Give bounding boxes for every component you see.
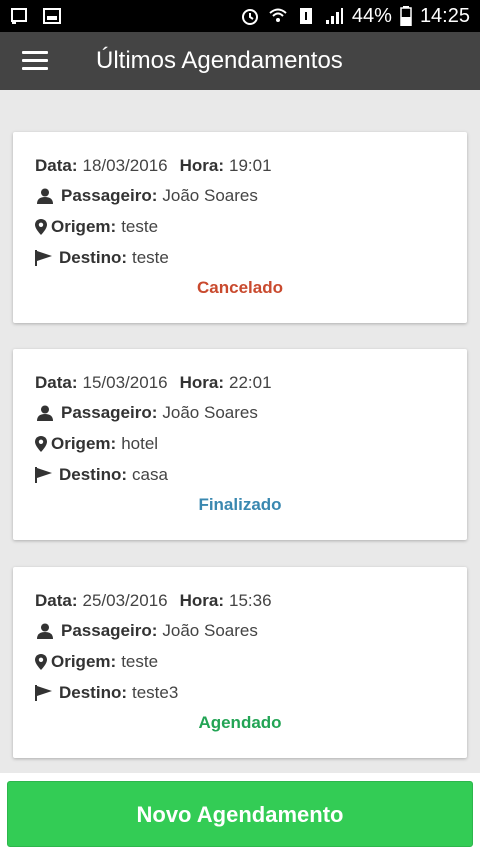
status-badge: Agendado — [198, 713, 282, 732]
person-icon — [37, 188, 53, 204]
booking-date: 25/03/2016 — [82, 591, 168, 610]
battery-percent: 44% — [351, 5, 392, 27]
app-bar: Últimos Agendamentos — [0, 32, 480, 90]
battery-icon — [400, 6, 412, 26]
menu-button[interactable] — [14, 46, 54, 76]
new-booking-button[interactable]: Novo Agendamento — [7, 781, 473, 847]
signal-icon — [325, 8, 343, 24]
hamburger-icon — [22, 51, 48, 54]
passenger-name: João Soares — [162, 621, 258, 640]
destination-value: casa — [132, 465, 168, 484]
clock: 14:25 — [419, 5, 470, 27]
booking-card[interactable]: Data: 25/03/2016 Hora: 15:36 Passageiro: Jo… — [13, 567, 467, 758]
flag-icon — [35, 250, 52, 266]
map-pin-icon — [35, 654, 47, 670]
status-badge: Cancelado — [197, 278, 283, 297]
date-time-line: Data: 25/03/2016 Hora: 15:36 — [35, 591, 272, 610]
sim-icon — [299, 8, 312, 24]
origin-line: Origem: hotel — [35, 434, 158, 454]
booking-card[interactable]: Data: 18/03/2016 Hora: 19:01 Passageiro: Jo… — [13, 132, 467, 323]
person-icon — [37, 623, 53, 639]
booking-date: 18/03/2016 — [82, 156, 168, 175]
origin-value: teste — [121, 217, 159, 236]
origin-line: Origem: teste — [35, 217, 158, 237]
flag-icon — [35, 467, 52, 483]
passenger-line: Passageiro: João Soares — [35, 403, 258, 423]
destination-value: teste — [132, 248, 169, 267]
destination-value: teste3 — [132, 683, 179, 702]
destination-line: Destino: teste — [35, 248, 169, 268]
passenger-line: Passageiro: João Soares — [35, 621, 258, 641]
destination-line: Destino: teste3 — [35, 683, 178, 703]
screen-cast-icon — [11, 8, 27, 24]
passenger-line: Passageiro: João Soares — [35, 186, 258, 206]
flag-icon — [35, 685, 52, 701]
booking-card[interactable]: Data: 15/03/2016 Hora: 22:01 Passageiro: Jo… — [13, 349, 467, 540]
booking-time: 22:01 — [229, 373, 272, 392]
booking-time: 19:01 — [229, 156, 272, 175]
passenger-name: João Soares — [162, 186, 258, 205]
date-time-line: Data: 15/03/2016 Hora: 22:01 — [35, 373, 272, 392]
gallery-icon — [43, 8, 61, 24]
passenger-name: João Soares — [162, 403, 258, 422]
booking-time: 15:36 — [229, 591, 272, 610]
date-time-line: Data: 18/03/2016 Hora: 19:01 — [35, 156, 272, 175]
bottom-bar: Novo Agendamento — [0, 773, 480, 854]
alarm-icon — [241, 9, 258, 25]
destination-line: Destino: casa — [35, 465, 168, 485]
status-badge: Finalizado — [198, 495, 282, 514]
page-title: Últimos Agendamentos — [96, 47, 343, 74]
map-pin-icon — [35, 436, 47, 452]
person-icon — [37, 405, 53, 421]
booking-date: 15/03/2016 — [82, 373, 168, 392]
map-pin-icon — [35, 219, 47, 235]
origin-value: teste — [121, 652, 159, 671]
wifi-icon — [269, 8, 287, 22]
status-bar: 44% 14:25 — [0, 0, 480, 32]
origin-line: Origem: teste — [35, 652, 158, 672]
origin-value: hotel — [121, 434, 159, 453]
